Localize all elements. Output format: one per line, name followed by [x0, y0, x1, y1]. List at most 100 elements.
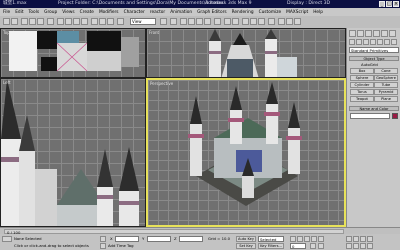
- pan-icon[interactable]: [353, 243, 359, 249]
- select-by-name-button[interactable]: [65, 18, 72, 25]
- named-selection-sets-button[interactable]: [214, 18, 221, 25]
- pyramid-button[interactable]: Pyramid: [374, 89, 398, 95]
- shapes-icon[interactable]: [356, 39, 362, 45]
- schematic-view-button[interactable]: [258, 18, 265, 25]
- object-color-swatch[interactable]: [392, 113, 398, 119]
- curve-editor-button[interactable]: [250, 18, 257, 25]
- time-tag-icon[interactable]: [100, 243, 106, 249]
- display-tab-icon[interactable]: [381, 30, 388, 37]
- auto-key-button[interactable]: Auto Key: [236, 236, 256, 242]
- viewport-top[interactable]: Top: [0, 28, 146, 78]
- next-frame-icon[interactable]: [311, 236, 317, 242]
- angle-snap-button[interactable]: [188, 18, 195, 25]
- current-frame-field[interactable]: 0: [290, 243, 306, 249]
- selection-region-button[interactable]: [73, 18, 80, 25]
- reference-coordinate-select[interactable]: View: [130, 18, 156, 25]
- reference-coordinate-button[interactable]: [117, 18, 124, 25]
- viewport-perspective[interactable]: Perspective: [146, 78, 346, 227]
- cylinder-button[interactable]: Cylinder: [350, 82, 374, 88]
- percent-snap-button[interactable]: [196, 18, 203, 25]
- systems-icon[interactable]: [391, 39, 397, 45]
- object-type-rollout[interactable]: Object Type: [349, 56, 399, 61]
- scale-button[interactable]: [107, 18, 114, 25]
- undo-button[interactable]: [3, 18, 10, 25]
- zoom-extents-icon[interactable]: [360, 236, 366, 242]
- create-tab-icon[interactable]: [349, 30, 356, 37]
- mirror-button[interactable]: [224, 18, 231, 25]
- close-button[interactable]: ×: [393, 1, 399, 7]
- geometry-icon[interactable]: [349, 39, 355, 45]
- motion-tab-icon[interactable]: [373, 30, 380, 37]
- object-name-field[interactable]: [350, 113, 390, 119]
- menu-rendering[interactable]: Rendering: [232, 10, 254, 15]
- lock-selection-icon[interactable]: [100, 236, 106, 242]
- window-crossing-button[interactable]: [81, 18, 88, 25]
- render-frame-button[interactable]: [286, 18, 293, 25]
- zoom-icon[interactable]: [346, 236, 352, 242]
- link-button[interactable]: [21, 18, 28, 25]
- orbit-icon[interactable]: [360, 243, 366, 249]
- menu-file[interactable]: File: [3, 10, 10, 15]
- menu-tools[interactable]: Tools: [29, 10, 40, 15]
- rotate-button[interactable]: [99, 18, 106, 25]
- cameras-icon[interactable]: [370, 39, 376, 45]
- torus-button[interactable]: Torus: [350, 89, 374, 95]
- field-of-view-icon[interactable]: [346, 243, 352, 249]
- snaps-toggle-button[interactable]: [180, 18, 187, 25]
- select-manipulate-button[interactable]: [170, 18, 177, 25]
- name-and-color-rollout[interactable]: Name and Color: [349, 106, 399, 111]
- menu-create[interactable]: Create: [80, 10, 94, 15]
- go-to-start-icon[interactable]: [290, 236, 296, 242]
- menu-maxscript[interactable]: MAXScript: [286, 10, 308, 15]
- key-mode-select[interactable]: Selected: [258, 236, 284, 242]
- modify-tab-icon[interactable]: [357, 30, 364, 37]
- viewport-label-front[interactable]: Front: [149, 30, 159, 35]
- tube-button[interactable]: Tube: [374, 82, 398, 88]
- menu-edit[interactable]: Edit: [15, 10, 23, 15]
- maximize-viewport-icon[interactable]: [367, 243, 373, 249]
- z-coordinate-field[interactable]: [179, 236, 203, 242]
- cone-button[interactable]: Cone: [374, 68, 398, 74]
- bind-spacewarp-button[interactable]: [37, 18, 44, 25]
- set-key-button[interactable]: Set Key: [236, 243, 256, 249]
- viewport-label-left[interactable]: Left: [3, 80, 11, 85]
- menu-help[interactable]: Help: [313, 10, 323, 15]
- menu-graph-editors[interactable]: Graph Editors: [197, 10, 227, 15]
- move-button[interactable]: [91, 18, 98, 25]
- menu-group[interactable]: Group: [44, 10, 57, 15]
- viewport-left[interactable]: Left: [0, 78, 146, 227]
- helpers-icon[interactable]: [377, 39, 383, 45]
- geosphere-button[interactable]: GeoSphere: [374, 75, 398, 81]
- viewport-label-perspective[interactable]: Perspective: [150, 81, 173, 86]
- quick-render-button[interactable]: [294, 18, 301, 25]
- maximize-button[interactable]: □: [386, 1, 392, 7]
- material-editor-button[interactable]: [268, 18, 275, 25]
- x-coordinate-field[interactable]: [115, 236, 139, 242]
- menu-views[interactable]: Views: [62, 10, 74, 15]
- menu-character[interactable]: Character: [124, 10, 145, 15]
- previous-frame-icon[interactable]: [297, 236, 303, 242]
- viewport-label-top[interactable]: Top: [3, 30, 10, 35]
- layer-manager-button[interactable]: [242, 18, 249, 25]
- plane-button[interactable]: Plane: [374, 96, 398, 102]
- menu-reactor[interactable]: reactor: [150, 10, 165, 15]
- spinner-snap-button[interactable]: [204, 18, 211, 25]
- selection-filter-button[interactable]: [47, 18, 54, 25]
- teapot-button[interactable]: Teapot: [350, 96, 374, 102]
- key-mode-toggle-icon[interactable]: [310, 243, 316, 249]
- maxscript-listener-button[interactable]: [2, 236, 12, 242]
- lights-icon[interactable]: [363, 39, 369, 45]
- spacewarps-icon[interactable]: [384, 39, 390, 45]
- play-icon[interactable]: [304, 236, 310, 242]
- select-object-button[interactable]: [57, 18, 64, 25]
- render-setup-button[interactable]: [278, 18, 285, 25]
- zoom-extents-all-icon[interactable]: [367, 236, 373, 242]
- autogrid-checkbox[interactable]: AutoGrid: [361, 62, 378, 67]
- menu-customize[interactable]: Customize: [259, 10, 282, 15]
- viewport-front[interactable]: Front: [146, 28, 346, 78]
- unlink-button[interactable]: [29, 18, 36, 25]
- menu-modifiers[interactable]: Modifiers: [99, 10, 119, 15]
- sphere-button[interactable]: Sphere: [350, 75, 374, 81]
- menu-animation[interactable]: Animation: [170, 10, 192, 15]
- zoom-all-icon[interactable]: [353, 236, 359, 242]
